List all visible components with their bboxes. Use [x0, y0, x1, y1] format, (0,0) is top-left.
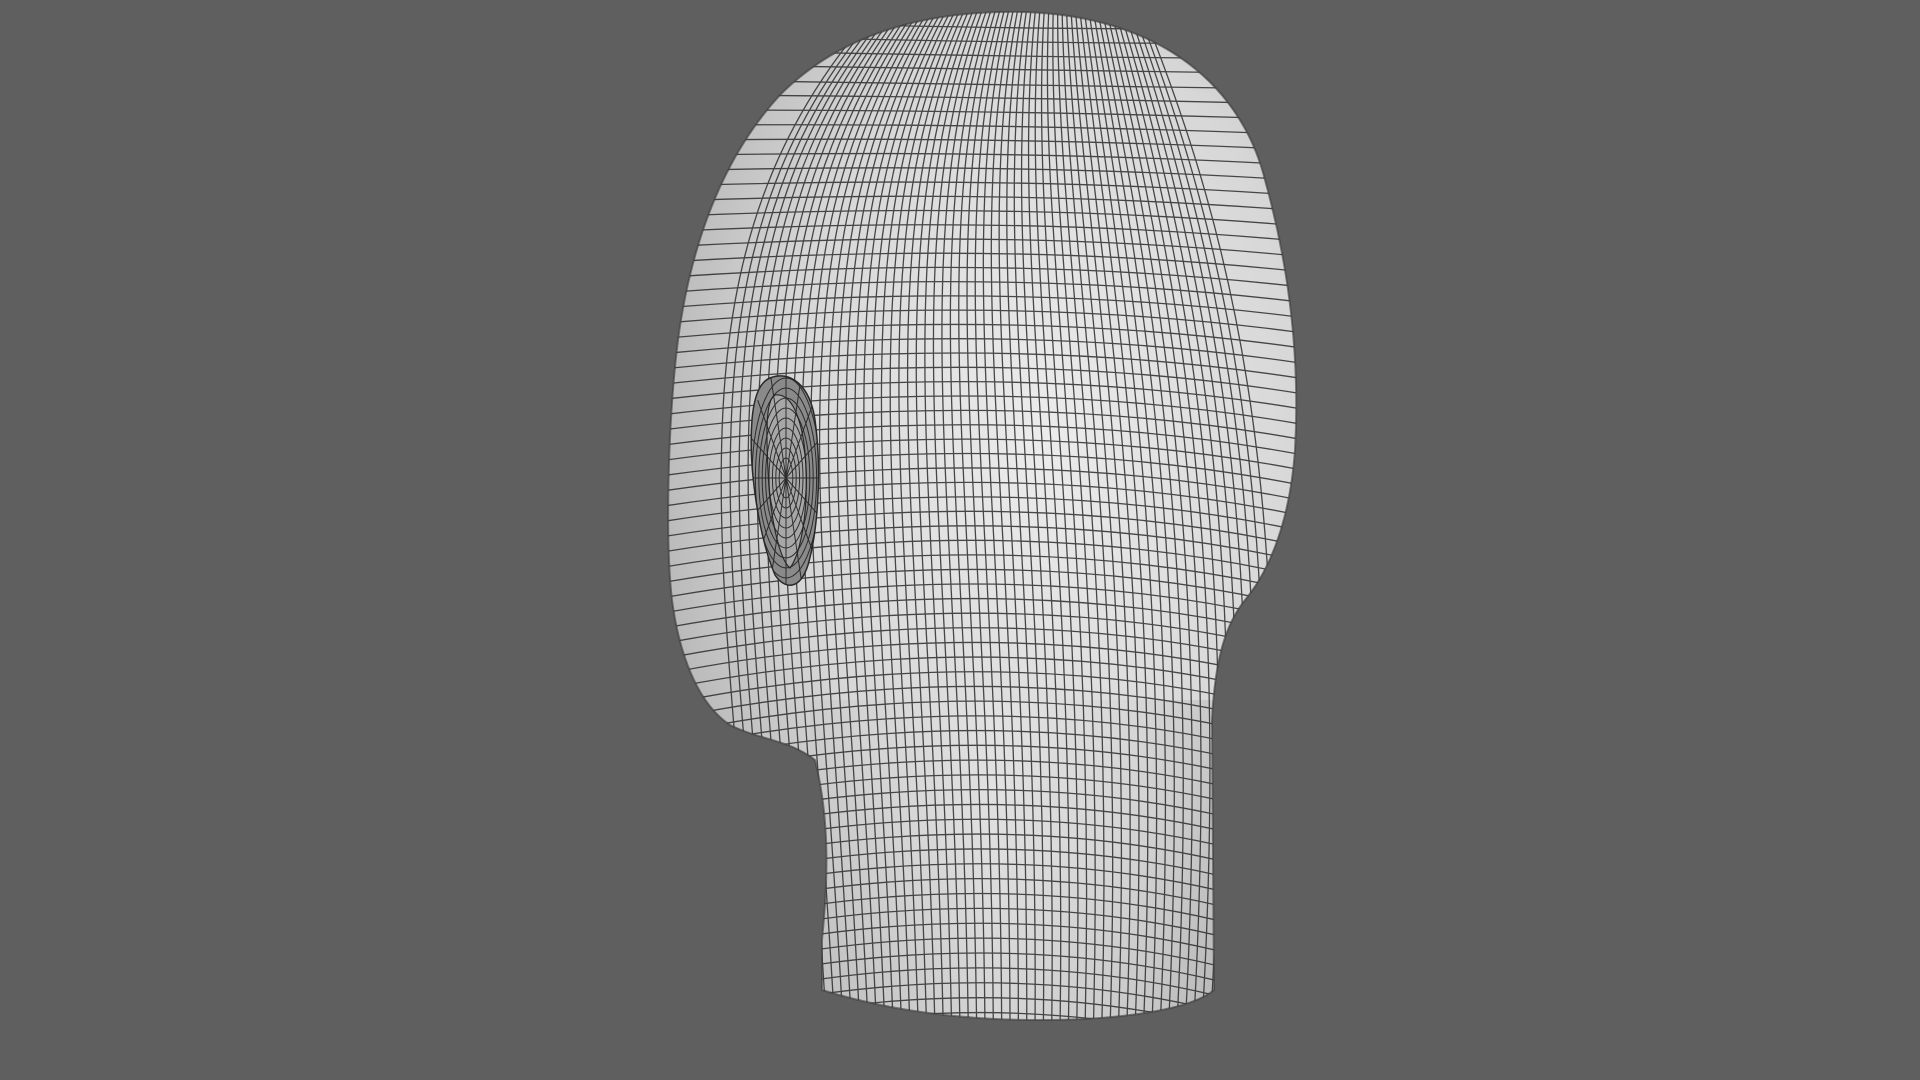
- mesh-edge-row: [640, 1027, 1320, 1080]
- 3d-viewport[interactable]: [0, 0, 1920, 1080]
- mesh-edge-row: [640, 1042, 1320, 1080]
- mesh-edge-row: [668, 1011, 1297, 1020]
- head-mesh-render: [640, 10, 1320, 1080]
